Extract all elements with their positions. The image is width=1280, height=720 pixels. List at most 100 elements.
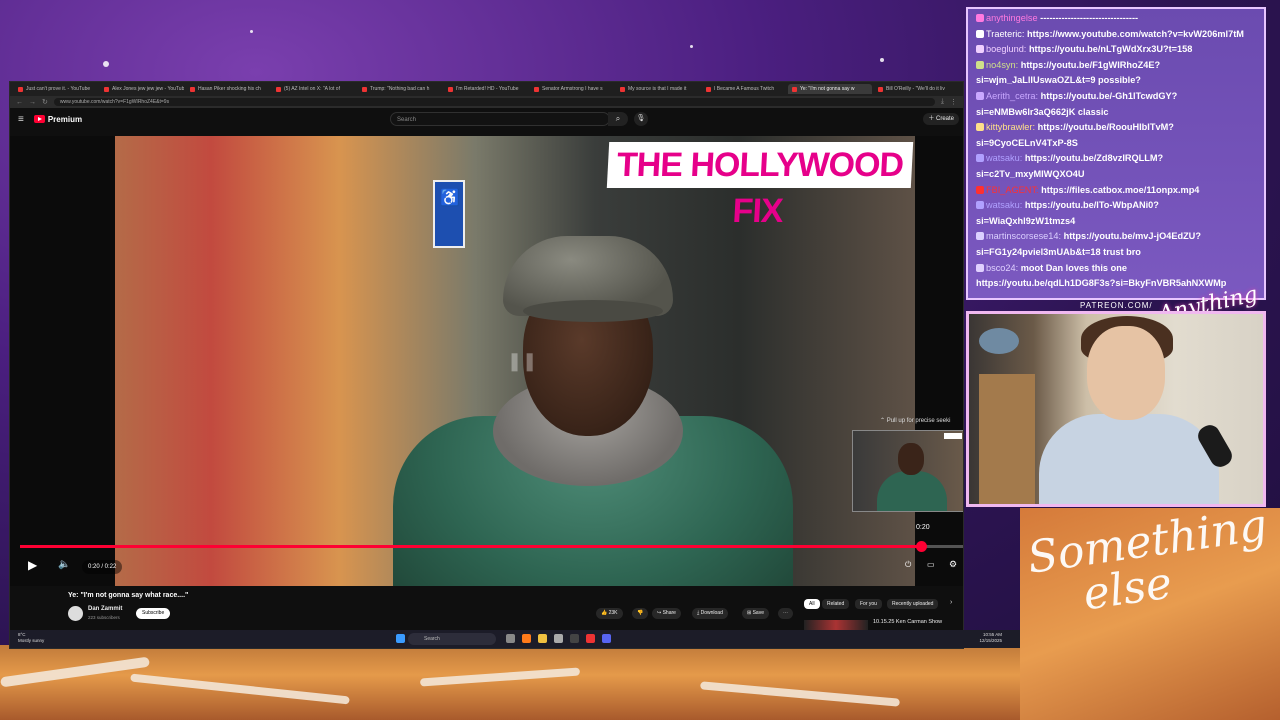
taskbar-search[interactable]: Search <box>408 633 496 645</box>
progress-fill <box>20 545 921 548</box>
chat-badge-icon <box>976 91 984 100</box>
new-tab-icon[interactable]: + <box>960 85 963 94</box>
video-player[interactable]: THE HOLLYWOOD FIX ❚❚ ⌃ Pull up for preci… <box>10 136 963 586</box>
forward-icon[interactable]: → <box>29 99 36 106</box>
channel-name[interactable]: Dan Zammit <box>88 606 122 612</box>
chat-username[interactable]: watsaku: <box>986 153 1022 163</box>
autoplay-toggle[interactable]: ⏻ <box>905 560 911 570</box>
system-clock[interactable]: 10:55 AM 12/15/2025 <box>979 632 1002 644</box>
tab-strip: Just can't prove it. - YouTube Alex Jones… <box>10 82 963 96</box>
chat-text: -------------------------------- <box>1040 13 1139 23</box>
youtube-favicon-icon <box>104 86 109 92</box>
create-button[interactable]: ＋ Create <box>923 113 959 125</box>
discord-icon[interactable] <box>602 634 611 643</box>
chevron-right-icon[interactable]: › <box>950 599 952 606</box>
patreon-label: PATREON.COM/ <box>1080 301 1153 310</box>
task-view-icon[interactable] <box>506 634 515 643</box>
chat-username[interactable]: martinscorsese14: <box>986 231 1061 241</box>
chat-username[interactable]: watsaku: <box>986 200 1022 210</box>
chat-username[interactable]: FBI_AGENT: <box>986 185 1039 195</box>
browser-tab[interactable]: Senator Armstrong I have s <box>530 84 614 94</box>
browser-tab[interactable]: Just can't prove it. - YouTube <box>14 84 98 94</box>
chat-message: Traeteric: https://www.youtube.com/watch… <box>976 27 1256 43</box>
browser-tab[interactable]: Alex Jones jew jew jew - YouTube <box>100 84 184 94</box>
save-button[interactable]: ⊞ Save <box>742 608 769 619</box>
app-icon[interactable] <box>554 634 563 643</box>
browser-tab[interactable]: I Became A Famous Twitch <box>702 84 786 94</box>
chat-username[interactable]: Traeteric: <box>986 29 1024 39</box>
chat-username[interactable]: boeglund: <box>986 44 1026 54</box>
youtube-favicon-icon <box>706 86 711 92</box>
windows-taskbar: 8°C Mostly sunny Search 10:55 AM 12/15/2… <box>10 630 1020 648</box>
back-icon[interactable]: ← <box>16 99 23 106</box>
reload-icon[interactable]: ↻ <box>42 98 48 106</box>
youtube-favicon-icon <box>878 86 883 92</box>
chat-badge-icon <box>976 201 984 210</box>
windows-start-icon[interactable] <box>396 634 405 643</box>
like-button[interactable]: 👍 23K <box>596 608 623 619</box>
subtitles-icon[interactable]: ▭ <box>927 560 935 569</box>
filter-chip[interactable]: Recently uploaded <box>887 599 939 609</box>
recommended-title[interactable]: 10.15.25 Ken Carman Show <box>873 619 942 625</box>
tab-label: Bill O'Reilly - "We'll do it liv <box>886 86 945 92</box>
dislike-button[interactable]: 👎 <box>632 608 649 619</box>
chat-text: https://youtu.be/nLTgWdXrx3U?t=158 <box>1028 44 1193 55</box>
download-icon[interactable]: ⤓ <box>941 98 944 106</box>
weather-widget[interactable]: 8°C Mostly sunny <box>18 632 44 644</box>
chat-username[interactable]: no4syn: <box>986 60 1018 70</box>
chat-badge-icon <box>976 60 984 69</box>
share-button[interactable]: ↪ Share <box>652 608 681 619</box>
progress-scrubber[interactable] <box>915 541 927 552</box>
volume-icon[interactable]: 🔈 <box>58 559 70 570</box>
subscribe-button[interactable]: Subscribe <box>136 608 171 619</box>
app-icon[interactable] <box>586 634 595 643</box>
youtube-favicon-icon <box>792 86 797 92</box>
clock-date: 12/15/2025 <box>979 638 1002 643</box>
menu-icon[interactable]: ⋮ <box>950 98 957 106</box>
search-input[interactable]: Search <box>390 112 610 126</box>
browser-tab[interactable]: I'm Retarded! HD - YouTube <box>444 84 528 94</box>
share-label: Share <box>662 610 676 616</box>
chat-username[interactable]: anythingelse <box>986 13 1038 23</box>
browser-tab[interactable]: (5) AZ Intel on X: "A lot of <box>272 84 356 94</box>
browser-tab[interactable]: Hasan Piker shocking his ch <box>186 84 270 94</box>
channel-subscribers: 223 subscribers <box>88 615 120 620</box>
chat-badge-icon <box>976 185 984 194</box>
chat-username[interactable]: Aerith_cetra: <box>986 91 1038 101</box>
firefox-icon[interactable] <box>522 634 531 643</box>
chat-username[interactable]: kittybrawler: <box>986 122 1035 132</box>
video-subject <box>373 196 793 586</box>
player-controls: ▶ 🔈 0:20 / 0:22 ⏻ ▭ ⚙ <box>10 556 963 580</box>
filter-chip[interactable]: For you <box>855 599 882 609</box>
download-button[interactable]: ⤓ Download <box>692 608 728 619</box>
more-icon[interactable]: ⋯ <box>778 608 793 619</box>
url-field[interactable]: www.youtube.com/watch?v=F1gWIRhoZ4E&t=9s <box>53 98 935 106</box>
menu-icon[interactable]: ≡ <box>18 114 24 125</box>
search-icon[interactable]: ⌕ <box>608 112 628 126</box>
youtube-header: ≡ Premium Search ⌕ 🎙 ＋ Create <box>10 108 963 130</box>
browser-tab[interactable]: My source is that I made it <box>616 84 700 94</box>
hollywood-fix-logo: THE HOLLYWOOD FIX <box>606 142 914 230</box>
download-label: Download <box>700 610 723 616</box>
pullup-text: Pull up for precise seeki <box>886 418 951 424</box>
chat-username[interactable]: bsco24: <box>986 263 1018 273</box>
chat-text: https://www.youtube.com/watch?v=kvW206ml… <box>1027 28 1244 39</box>
logo-text: Premium <box>47 114 83 124</box>
microphone-icon[interactable]: 🎙 <box>634 112 648 126</box>
chat-panel: anythingelse ---------------------------… <box>966 7 1266 300</box>
filter-chip[interactable]: Related <box>822 599 850 609</box>
progress-bar[interactable] <box>20 541 963 552</box>
settings-icon[interactable]: ⚙ <box>949 559 957 570</box>
browser-tab[interactable]: Ye: "I'm not gonna say w <box>788 84 872 94</box>
tab-label: I'm Retarded! HD - YouTube <box>456 86 519 92</box>
play-icon[interactable]: ▶ <box>28 558 37 572</box>
youtube-logo[interactable]: Premium <box>33 114 83 124</box>
filter-chip[interactable]: All <box>804 599 820 609</box>
channel-avatar[interactable] <box>68 606 83 621</box>
tab-label: Alex Jones jew jew jew - YouTube <box>112 86 184 92</box>
file-explorer-icon[interactable] <box>538 634 547 643</box>
browser-tab[interactable]: Trump: "Nothing bad can h <box>358 84 442 94</box>
seek-preview-thumbnail <box>852 430 963 512</box>
obs-icon[interactable] <box>570 634 579 643</box>
browser-tab[interactable]: Bill O'Reilly - "We'll do it liv <box>874 84 958 94</box>
